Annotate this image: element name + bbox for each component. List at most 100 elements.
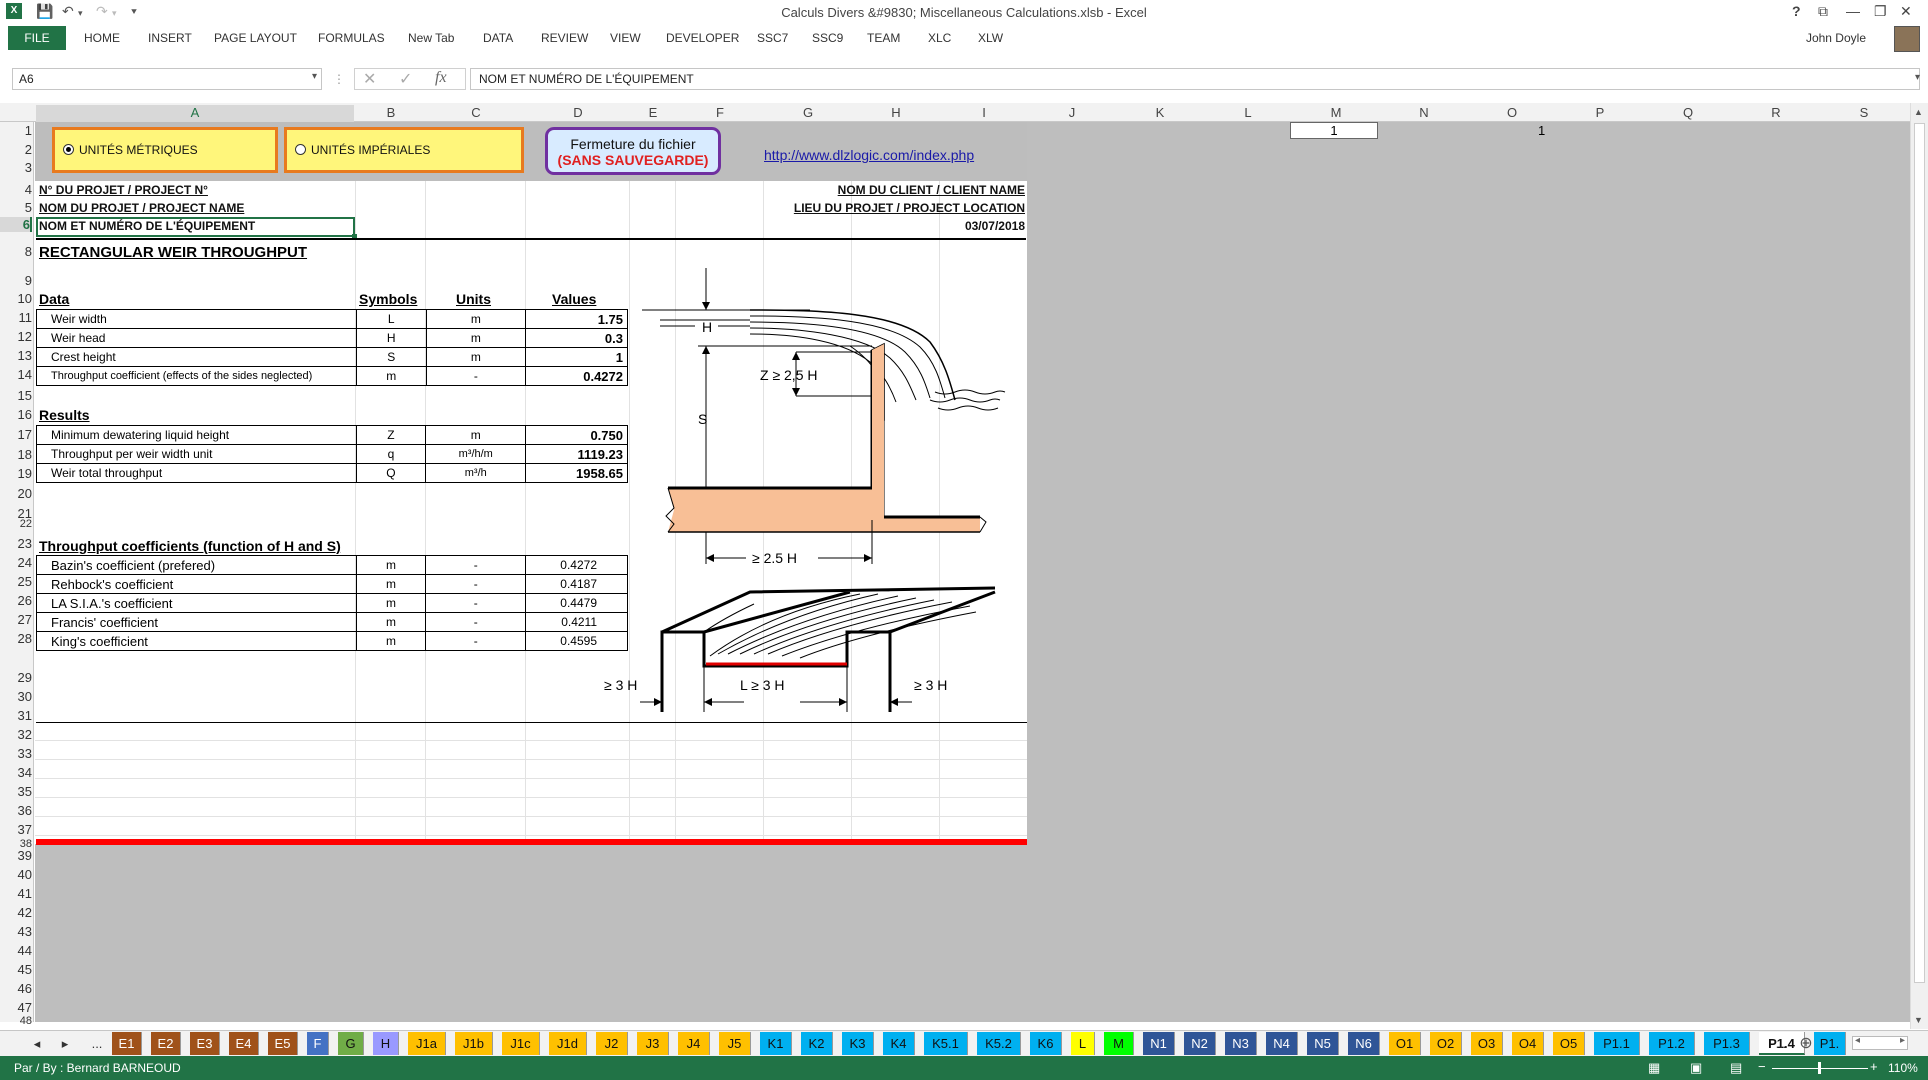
sheet-tab[interactable]: J1d <box>549 1032 587 1055</box>
page-break-view-icon[interactable]: ▤ <box>1730 1060 1742 1076</box>
tab-data[interactable]: DATA <box>483 31 513 45</box>
sheet-tab[interactable]: O3 <box>1471 1032 1503 1055</box>
row-header[interactable]: 39 <box>0 848 32 863</box>
sheet-tab[interactable]: N2 <box>1184 1032 1216 1055</box>
row-header[interactable]: 37 <box>0 822 32 837</box>
row-header[interactable]: 44 <box>0 943 32 958</box>
sheet-tab[interactable]: K2 <box>801 1032 833 1055</box>
tab-developer[interactable]: DEVELOPER <box>666 31 739 45</box>
sheet-tab[interactable]: E3 <box>190 1032 220 1055</box>
row-header[interactable]: 16 <box>0 407 32 422</box>
column-header[interactable]: H <box>852 105 940 120</box>
formula-input[interactable]: NOM ET NUMÉRO DE L'ÉQUIPEMENT <box>470 68 1920 90</box>
tab-ssc7[interactable]: SSC7 <box>757 31 788 45</box>
horizontal-scrollbar[interactable]: ◂ ▸ <box>1852 1035 1908 1050</box>
close-without-saving-button[interactable]: Fermeture du fichier (SANS SAUVEGARDE) <box>545 127 721 175</box>
column-header[interactable]: O <box>1468 105 1556 120</box>
column-header[interactable]: D <box>526 105 630 120</box>
sheet-gray-area[interactable] <box>1027 122 1910 1022</box>
row-header[interactable]: 9 <box>0 273 32 288</box>
column-header[interactable]: L <box>1204 105 1292 120</box>
row-header[interactable]: 18 <box>0 447 32 462</box>
sheet-tab[interactable]: E1 <box>112 1032 142 1055</box>
normal-view-icon[interactable]: ▦ <box>1648 1060 1660 1076</box>
row-header[interactable]: 13 <box>0 348 32 363</box>
user-name[interactable]: John Doyle <box>1806 31 1866 45</box>
scroll-right-icon[interactable]: ▸ <box>1900 1035 1905 1046</box>
row-header[interactable]: 17 <box>0 427 32 442</box>
tab-xlc[interactable]: XLC <box>928 31 951 45</box>
row-header[interactable]: 2 <box>0 142 32 157</box>
sheet-tab[interactable]: P1.2 <box>1649 1032 1695 1055</box>
sheet-tab[interactable]: J5 <box>719 1032 751 1055</box>
column-header[interactable]: M <box>1292 105 1380 120</box>
sheet-tab[interactable]: N5 <box>1307 1032 1339 1055</box>
row-header[interactable]: 46 <box>0 981 32 996</box>
row-header[interactable]: 3 <box>0 160 32 175</box>
add-sheet-icon[interactable]: ⊕ <box>1796 1032 1816 1055</box>
row-header[interactable]: 24 <box>0 555 32 570</box>
sheet-tab[interactable]: E5 <box>268 1032 298 1055</box>
sheet-tab[interactable]: E2 <box>151 1032 181 1055</box>
sheet-tab[interactable]: O5 <box>1553 1032 1585 1055</box>
row-header[interactable]: 35 <box>0 784 32 799</box>
row-header[interactable]: 40 <box>0 867 32 882</box>
row-header[interactable]: 36 <box>0 803 32 818</box>
column-header[interactable]: K <box>1116 105 1204 120</box>
row-header[interactable]: 28 <box>0 631 32 646</box>
row-header[interactable]: 15 <box>0 388 32 403</box>
sheet-tab[interactable]: K5.2 <box>977 1032 1021 1055</box>
sheet-tab[interactable]: N4 <box>1266 1032 1298 1055</box>
sheet-tab[interactable]: J4 <box>678 1032 710 1055</box>
tab-new-tab[interactable]: New Tab <box>408 31 454 45</box>
row-header[interactable]: 33 <box>0 746 32 761</box>
column-header[interactable]: I <box>940 105 1028 120</box>
sheet-tab[interactable]: E4 <box>229 1032 259 1055</box>
row-header[interactable]: 14 <box>0 367 32 382</box>
minimize-button[interactable]: — <box>1846 3 1860 19</box>
website-link[interactable]: http://www.dlzlogic.com/index.php <box>764 147 974 163</box>
sheet-tab[interactable]: M <box>1104 1032 1134 1055</box>
file-tab[interactable]: FILE <box>8 26 66 50</box>
sheet-tab[interactable]: K5.1 <box>924 1032 968 1055</box>
row-header[interactable]: 23 <box>0 536 32 551</box>
vertical-scrollbar[interactable]: ▲ ▼ <box>1910 103 1928 1029</box>
more-sheets-left[interactable]: ... <box>86 1032 108 1055</box>
cell-m1[interactable]: 1 <box>1290 122 1378 139</box>
sheet-tab[interactable]: K4 <box>883 1032 915 1055</box>
close-window-button[interactable]: ✕ <box>1900 3 1912 20</box>
row-header[interactable]: 41 <box>0 886 32 901</box>
radio-selected-icon[interactable] <box>63 144 74 155</box>
row-header[interactable]: 43 <box>0 924 32 939</box>
avatar[interactable] <box>1894 26 1920 52</box>
imperial-units-option[interactable]: UNITÉS IMPÉRIALES <box>284 127 524 173</box>
sheet-tab[interactable]: J3 <box>637 1032 669 1055</box>
column-header[interactable]: E <box>630 105 676 120</box>
page-layout-view-icon[interactable]: ▣ <box>1690 1060 1702 1076</box>
row-header[interactable]: 47 <box>0 1000 32 1015</box>
sheet-tab[interactable]: N6 <box>1348 1032 1380 1055</box>
sheet-tab[interactable]: O4 <box>1512 1032 1544 1055</box>
row-header[interactable]: 5 <box>0 200 32 215</box>
row-header[interactable]: 12 <box>0 329 32 344</box>
zoom-out-icon[interactable]: − <box>1758 1059 1766 1074</box>
row-header[interactable]: 8 <box>0 244 32 259</box>
row-header[interactable]: 27 <box>0 612 32 627</box>
column-header[interactable]: C <box>426 105 526 120</box>
scrollbar-thumb[interactable] <box>1914 123 1925 983</box>
row-header[interactable]: 1 <box>0 123 32 138</box>
column-header[interactable]: J <box>1028 105 1116 120</box>
sheet-tab[interactable]: P1.3 <box>1704 1032 1750 1055</box>
sheet-tab[interactable]: P1. <box>1814 1032 1846 1055</box>
sheet-tab[interactable]: K6 <box>1030 1032 1062 1055</box>
column-header[interactable]: S <box>1820 105 1908 120</box>
zoom-slider-thumb[interactable] <box>1818 1062 1821 1074</box>
row-header[interactable]: 34 <box>0 765 32 780</box>
row-header[interactable]: 45 <box>0 962 32 977</box>
sheet-tab[interactable]: P1.1 <box>1594 1032 1640 1055</box>
column-header[interactable]: F <box>676 105 764 120</box>
sheet-tab[interactable]: F <box>307 1032 329 1055</box>
tab-home[interactable]: HOME <box>84 31 120 45</box>
cell-o1[interactable]: 1 <box>1538 123 1545 138</box>
scroll-up-icon[interactable]: ▲ <box>1914 107 1923 117</box>
